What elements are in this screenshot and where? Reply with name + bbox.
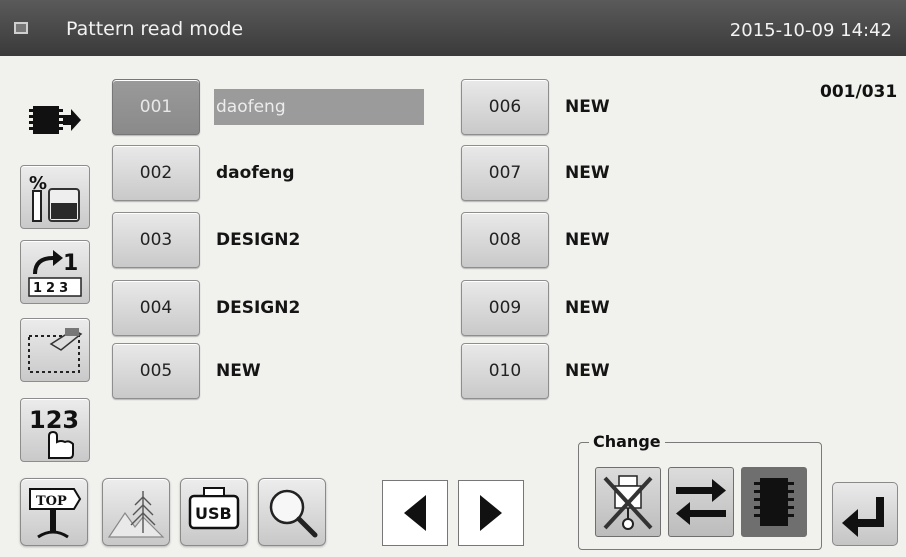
page-counter: 001/031	[820, 82, 898, 102]
memory-read-icon	[29, 106, 81, 134]
page-title: Pattern read mode	[66, 18, 244, 40]
usb-label: USB	[195, 504, 232, 523]
trace-pattern-button[interactable]	[20, 318, 90, 382]
change-usb-button[interactable]	[595, 467, 661, 537]
list-item[interactable]: 003 DESIGN2	[112, 212, 424, 268]
change-memory-button[interactable]	[741, 467, 807, 537]
previous-page-button[interactable]	[382, 480, 448, 546]
list-item[interactable]: 010 NEW	[461, 343, 773, 399]
usb-button[interactable]: USB	[180, 478, 248, 546]
pattern-name: NEW	[565, 97, 610, 117]
usb-icon: USB	[188, 487, 240, 530]
number-glyph: 123	[29, 406, 79, 434]
swap-arrows-icon	[676, 479, 726, 525]
pattern-number-button[interactable]: 005	[112, 343, 200, 399]
change-label: Change	[589, 432, 665, 451]
pattern-number-button[interactable]: 006	[461, 79, 549, 135]
next-page-button[interactable]	[458, 480, 524, 546]
memory-chip-icon	[754, 478, 794, 526]
pattern-name: daofeng	[216, 163, 295, 183]
embroidery-tree-icon	[107, 491, 165, 538]
change-group: Change	[578, 432, 822, 550]
usb-disconnect-icon	[603, 475, 653, 530]
step-glyph: 1	[63, 251, 78, 276]
search-button[interactable]	[258, 478, 326, 546]
list-item[interactable]: 006 NEW	[461, 79, 773, 135]
step-button[interactable]: 1 123	[20, 240, 90, 304]
step-123-icon: 1 123	[28, 250, 82, 297]
enter-arrow-icon	[842, 497, 884, 537]
top-sign-icon: TOP	[29, 488, 82, 539]
trace-pattern-icon	[28, 328, 83, 373]
title-bar: Pattern read mode 2015-10-09 14:42	[0, 0, 906, 56]
pattern-name: NEW	[565, 230, 610, 250]
memory-read-button[interactable]	[20, 88, 90, 152]
list-item[interactable]: 009 NEW	[461, 280, 773, 336]
list-item[interactable]: 002 daofeng	[112, 145, 424, 201]
percent-bobbin-icon: %	[29, 173, 80, 222]
pattern-number-button[interactable]: 004	[112, 280, 200, 336]
list-item[interactable]: 007 NEW	[461, 145, 773, 201]
search-icon	[269, 489, 318, 538]
pattern-image-button[interactable]	[102, 478, 170, 546]
pattern-number-button[interactable]: 002	[112, 145, 200, 201]
top-button[interactable]: TOP	[20, 478, 88, 546]
swap-button[interactable]	[668, 467, 734, 537]
top-label: TOP	[36, 494, 67, 509]
pattern-number-button[interactable]: 009	[461, 280, 549, 336]
arrow-right-icon	[480, 495, 502, 531]
pattern-number-button[interactable]: 007	[461, 145, 549, 201]
pattern-number-button[interactable]: 003	[112, 212, 200, 268]
pattern-name: NEW	[565, 298, 610, 318]
enter-button[interactable]	[832, 482, 898, 546]
datetime: 2015-10-09 14:42	[729, 20, 892, 41]
pattern-name: DESIGN2	[216, 298, 301, 318]
arrow-left-icon	[404, 495, 426, 531]
number-input-button[interactable]: 123	[20, 398, 90, 462]
pattern-name: daofeng	[214, 89, 424, 125]
step-digits: 123	[33, 281, 72, 296]
pattern-number-button[interactable]: 010	[461, 343, 549, 399]
list-item[interactable]: 001 daofeng	[112, 79, 424, 135]
pattern-name: NEW	[565, 361, 610, 381]
pattern-name: NEW	[565, 163, 610, 183]
pattern-name: DESIGN2	[216, 230, 301, 250]
percent-bobbin-button[interactable]: %	[20, 165, 90, 229]
list-item[interactable]: 004 DESIGN2	[112, 280, 424, 336]
pattern-name: NEW	[216, 361, 261, 381]
pattern-number-button[interactable]: 008	[461, 212, 549, 268]
list-item[interactable]: 005 NEW	[112, 343, 424, 399]
list-item[interactable]: 008 NEW	[461, 212, 773, 268]
window-icon	[14, 22, 28, 34]
number-input-icon: 123	[29, 406, 79, 459]
pattern-number-button[interactable]: 001	[112, 79, 200, 135]
